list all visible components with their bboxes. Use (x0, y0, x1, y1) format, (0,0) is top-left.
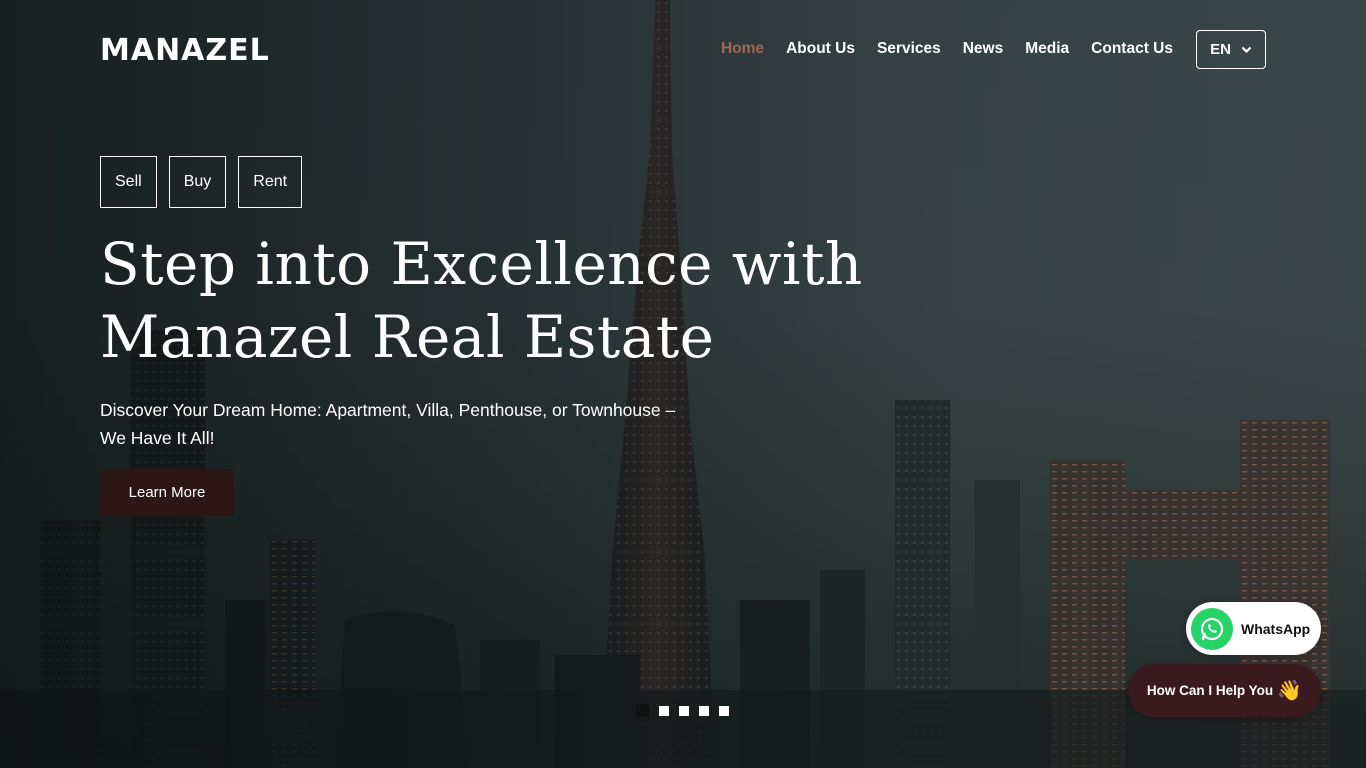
slider-dot-2[interactable] (659, 705, 669, 716)
nav-item-news[interactable]: News (963, 40, 1004, 58)
chevron-down-icon (1241, 46, 1252, 54)
help-chat-label: How Can I Help You (1146, 683, 1274, 698)
waving-hand-icon: 👋 (1277, 680, 1303, 702)
language-value: EN (1210, 41, 1231, 58)
learn-more-button[interactable]: Learn More (100, 469, 234, 516)
whatsapp-button[interactable]: WhatsApp (1186, 602, 1321, 655)
hero-headline-line-2: Manazel Real Estate (100, 303, 715, 371)
nav-item-about-us[interactable]: About Us (786, 40, 855, 58)
slider-dot-1[interactable] (636, 704, 649, 717)
nav-item-services[interactable]: Services (877, 40, 941, 58)
nav-item-media[interactable]: Media (1025, 40, 1069, 58)
slider-dot-3[interactable] (679, 705, 689, 716)
tab-sell[interactable]: Sell (100, 156, 157, 208)
help-chat-button[interactable]: How Can I Help You 👋 (1128, 664, 1321, 717)
slider-dot-4[interactable] (699, 705, 709, 716)
language-selector[interactable]: EN (1196, 30, 1266, 69)
hero-headline: Step into Excellence with Manazel Real E… (100, 228, 880, 374)
hero-subtitle: Discover Your Dream Home: Apartment, Vil… (100, 400, 676, 448)
hero-headline-line-1: Step into Excellence with (100, 230, 863, 298)
listing-type-tabs: Sell Buy Rent (100, 156, 303, 208)
slider-dot-5[interactable] (719, 705, 729, 716)
slider-pagination (636, 704, 729, 717)
main-nav: Home About Us Services News Media Contac… (721, 40, 1173, 58)
nav-item-contact-us[interactable]: Contact Us (1091, 40, 1173, 58)
whatsapp-icon (1191, 607, 1233, 650)
nav-item-home[interactable]: Home (721, 40, 764, 58)
hero-overlay (0, 0, 1366, 768)
tab-buy[interactable]: Buy (168, 156, 227, 208)
whatsapp-label: WhatsApp (1241, 620, 1311, 637)
brand-logo[interactable]: MANAZEL (100, 33, 270, 68)
tab-rent[interactable]: Rent (238, 156, 303, 208)
